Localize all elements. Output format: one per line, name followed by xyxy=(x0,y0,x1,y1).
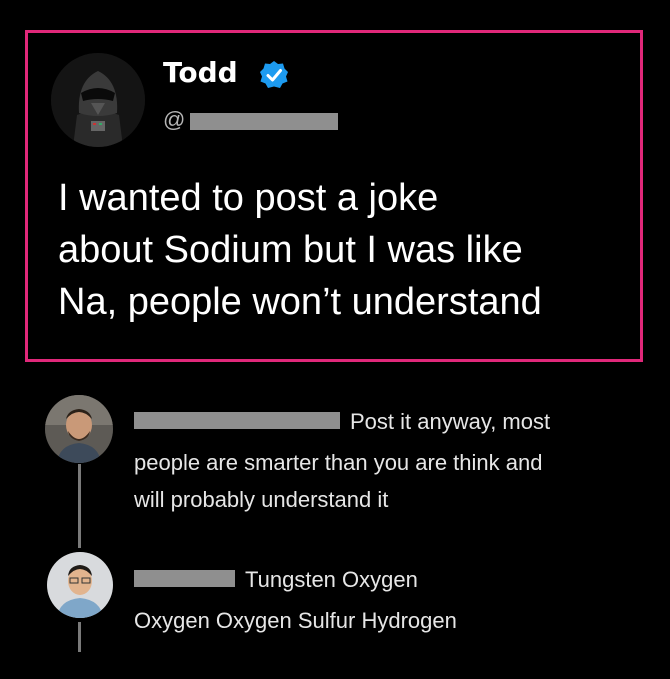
reply-line: will probably understand it xyxy=(134,487,389,512)
helmet-icon xyxy=(51,53,145,147)
tweet-line: Na, people won’t understand xyxy=(58,281,542,323)
verified-badge-icon xyxy=(260,61,288,88)
handle-prefix: @ xyxy=(163,107,186,132)
reply-line: people are smarter than you are think an… xyxy=(134,450,543,475)
reply-avatar[interactable] xyxy=(47,552,113,618)
user-handle[interactable]: @ xyxy=(163,107,185,133)
reply-line: Post it anyway, most xyxy=(350,409,551,434)
redacted-username xyxy=(134,412,340,429)
reply-line: Oxygen Oxygen Sulfur Hydrogen xyxy=(134,608,457,633)
thread-connector xyxy=(78,464,81,548)
person-avatar-icon xyxy=(45,395,113,463)
tweet-line: about Sodium but I was like xyxy=(58,229,523,271)
tweet-line: I wanted to post a joke xyxy=(58,177,439,219)
thread-connector xyxy=(78,622,81,652)
redacted-username xyxy=(134,570,235,587)
tweet-body: I wanted to post a joke about Sodium but… xyxy=(58,172,633,328)
reply-line: Tungsten Oxygen xyxy=(245,567,418,592)
darth-vader-avatar[interactable] xyxy=(51,53,145,147)
redacted-handle xyxy=(190,113,338,130)
reply-avatar[interactable] xyxy=(45,395,113,463)
person-avatar-icon xyxy=(47,552,113,618)
display-name[interactable]: Todd xyxy=(163,56,238,89)
